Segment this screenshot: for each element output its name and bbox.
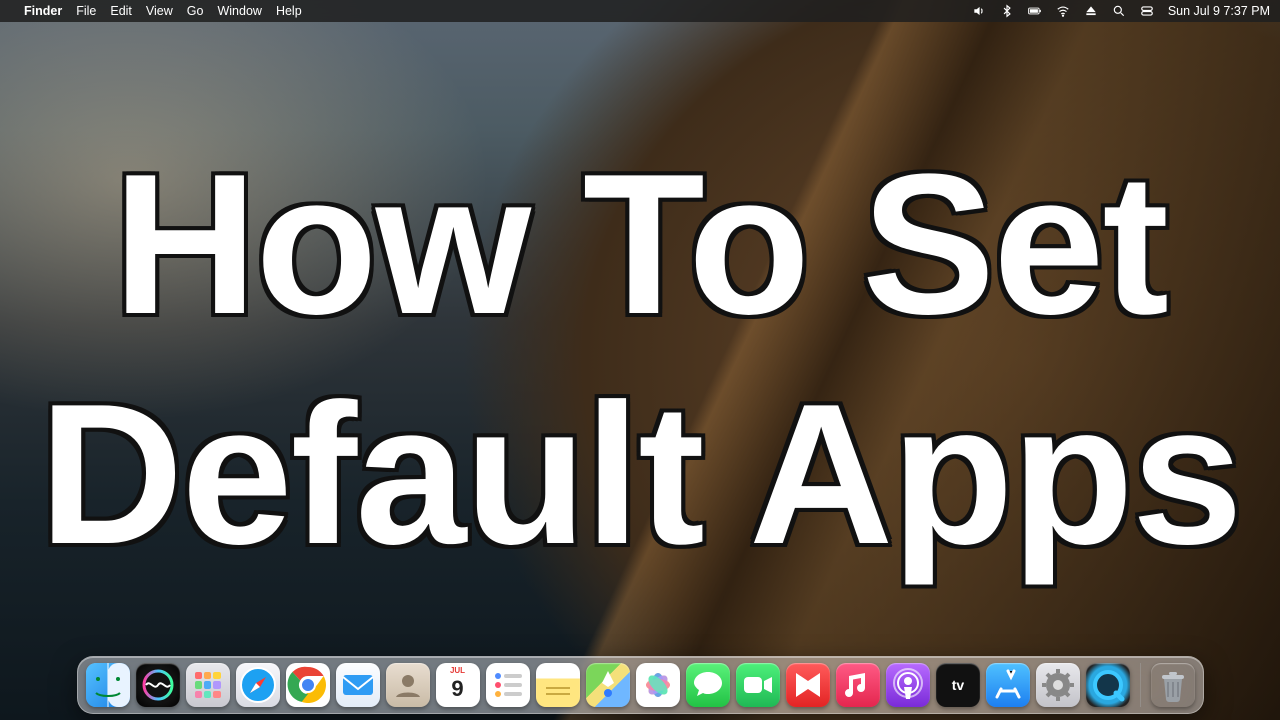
dock-mail-icon[interactable]	[336, 663, 380, 707]
dock-settings-icon[interactable]	[1036, 663, 1080, 707]
title-overlay: How To Set Default Apps	[0, 0, 1280, 720]
dock-tv-icon[interactable]: tv	[936, 663, 980, 707]
dock-news-icon[interactable]	[786, 663, 830, 707]
calendar-day-label: 9	[451, 676, 463, 702]
dock-separator	[1140, 663, 1141, 707]
dock-trash-icon[interactable]	[1151, 663, 1195, 707]
dock-notes-icon[interactable]	[536, 663, 580, 707]
dock-maps-icon[interactable]	[586, 663, 630, 707]
dock-appstore-icon[interactable]	[986, 663, 1030, 707]
dock-music-icon[interactable]	[836, 663, 880, 707]
dock-facetime-icon[interactable]	[736, 663, 780, 707]
dock-reminders-icon[interactable]	[486, 663, 530, 707]
dock-siri-icon[interactable]	[136, 663, 180, 707]
calendar-month-label: JUL	[450, 666, 465, 675]
dock-safari-icon[interactable]	[236, 663, 280, 707]
dock-messages-icon[interactable]	[686, 663, 730, 707]
dock-calendar-icon[interactable]: JUL 9	[436, 663, 480, 707]
svg-text:tv: tv	[951, 677, 964, 693]
dock-finder-icon[interactable]	[86, 663, 130, 707]
dock-photos-icon[interactable]	[636, 663, 680, 707]
dock: JUL 9	[77, 656, 1204, 714]
dock-launchpad-icon[interactable]	[186, 663, 230, 707]
dock-quicktime-icon[interactable]	[1086, 663, 1130, 707]
dock-podcasts-icon[interactable]	[886, 663, 930, 707]
overlay-line-1: How To Set	[113, 130, 1167, 360]
overlay-line-2: Default Apps	[39, 360, 1241, 590]
dock-contacts-icon[interactable]	[386, 663, 430, 707]
dock-chrome-icon[interactable]	[286, 663, 330, 707]
